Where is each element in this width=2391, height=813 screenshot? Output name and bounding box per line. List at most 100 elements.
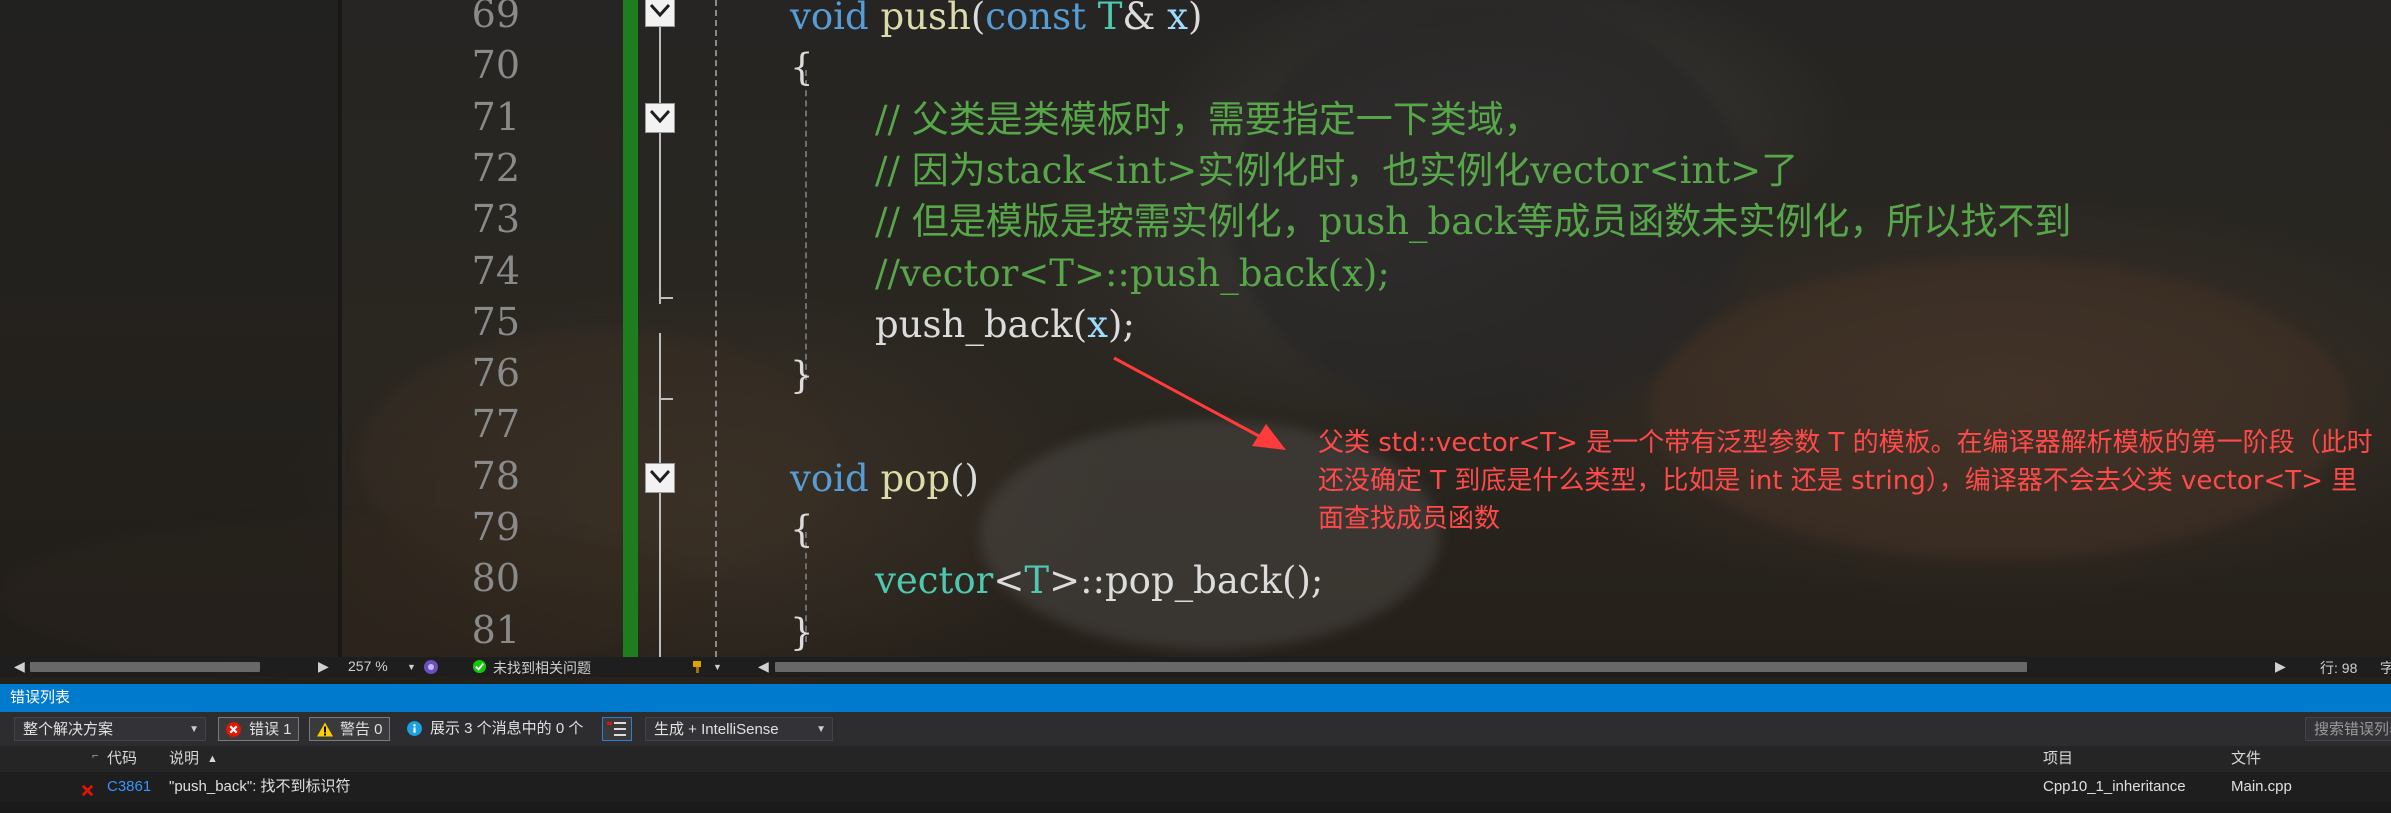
- code-token: vector: [875, 559, 994, 603]
- code-line[interactable]: // 父类是类模板时，需要指定一下类域，: [875, 101, 1541, 138]
- code-token: &: [1122, 0, 1168, 38]
- code-token: //vector<T>::push_back(x);: [875, 251, 1390, 295]
- solution-panel-edge: [0, 0, 340, 657]
- code-token: T: [1024, 559, 1050, 603]
- table-row[interactable]: C3861 "push_back": 找不到标识符 Cpp10_1_inheri…: [0, 772, 2391, 802]
- scroll-right-icon[interactable]: ▶: [2275, 658, 2286, 675]
- info-icon: [406, 720, 423, 745]
- code-token: x: [1087, 302, 1109, 346]
- code-line[interactable]: // 但是模版是按需实例化，push_back等成员函数未实例化，所以找不到: [875, 203, 2071, 240]
- column-file[interactable]: 文件: [2231, 746, 2261, 772]
- code-line[interactable]: {: [790, 511, 814, 548]
- column-description[interactable]: 说明: [169, 746, 199, 772]
- error-project: Cpp10_1_inheritance: [2043, 778, 2186, 795]
- code-line[interactable]: }: [790, 357, 814, 394]
- error-icon: [225, 721, 242, 746]
- line-number-gutter: 69 70 71 72 73 74 75 76 77 78 79 80 81: [380, 0, 520, 657]
- zoom-dropdown-icon[interactable]: ▼: [407, 662, 416, 672]
- code-token: push: [880, 0, 971, 38]
- line-number: 78: [471, 453, 520, 498]
- error-description: "push_back": 找不到标识符: [169, 778, 351, 795]
- code-line[interactable]: // 因为stack<int>实例化时，也实例化vector<int>了: [875, 152, 1798, 189]
- build-filter-label: 生成 + IntelliSense: [654, 721, 779, 738]
- code-line[interactable]: void push(const T& x): [790, 0, 1202, 35]
- code-token: >::pop_back();: [1049, 559, 1324, 603]
- line-number: 81: [471, 607, 520, 652]
- messages-toggle[interactable]: 展示 3 个消息中的 0 个: [404, 717, 583, 741]
- line-position[interactable]: 行: 98: [2320, 658, 2357, 678]
- line-number: 74: [471, 248, 520, 293]
- code-token: {: [790, 46, 814, 90]
- code-token: void: [790, 456, 881, 500]
- brush-icon[interactable]: [690, 659, 706, 678]
- code-line[interactable]: push_back(x);: [875, 306, 1135, 343]
- scroll-left-icon[interactable]: ◀: [758, 658, 769, 675]
- code-token: T: [1097, 0, 1123, 38]
- gutter-separator: [715, 0, 717, 657]
- scope-label: 整个解决方案: [23, 721, 114, 738]
- filter-column-icon[interactable]: ⌐: [92, 743, 98, 769]
- warnings-label: 警告 0: [340, 721, 383, 738]
- column-project[interactable]: 项目: [2043, 746, 2073, 772]
- filter-icon[interactable]: [602, 717, 632, 741]
- horizontal-scrollbar-thumb[interactable]: [775, 662, 2027, 672]
- code-line[interactable]: //vector<T>::push_back(x);: [875, 255, 1390, 292]
- code-line[interactable]: }: [790, 614, 814, 651]
- column-position[interactable]: 字: [2380, 658, 2391, 678]
- errors-toggle[interactable]: 错误 1: [218, 717, 299, 741]
- scroll-right-icon[interactable]: ▶: [318, 658, 329, 675]
- line-number: 70: [471, 43, 520, 88]
- code-token: // 父类是类模板时，需要指定一下类域，: [875, 97, 1541, 141]
- warning-icon: [316, 721, 334, 746]
- zoom-level[interactable]: 257 %: [348, 658, 388, 674]
- error-code-link[interactable]: C3861: [107, 772, 151, 802]
- issues-status[interactable]: 未找到相关问题: [493, 658, 591, 678]
- error-file: Main.cpp: [2231, 778, 2292, 795]
- copilot-icon[interactable]: [423, 659, 439, 678]
- line-number: 72: [471, 145, 520, 190]
- warnings-toggle[interactable]: 警告 0: [309, 717, 390, 741]
- line-number: 71: [471, 94, 520, 139]
- fold-region-line: [659, 333, 661, 657]
- indent-guide: [805, 70, 807, 380]
- messages-label: 展示 3 个消息中的 0 个: [430, 720, 584, 737]
- code-token: x: [1167, 0, 1188, 38]
- error-list-header: ⌐ 代码 说明 ▲ 项目 文件: [0, 746, 2391, 772]
- error-list-title[interactable]: 错误列表: [0, 684, 2391, 712]
- collapse-icon[interactable]: [645, 103, 675, 133]
- panel-splitter[interactable]: [338, 0, 342, 657]
- code-token: (): [950, 456, 979, 500]
- line-number: 75: [471, 299, 520, 344]
- build-filter-dropdown[interactable]: 生成 + IntelliSense ▼: [645, 717, 833, 741]
- scope-dropdown[interactable]: 整个解决方案 ▼: [14, 717, 206, 741]
- collapse-icon[interactable]: [645, 463, 675, 493]
- scroll-left-icon[interactable]: ◀: [14, 658, 25, 675]
- code-token: <: [993, 559, 1025, 603]
- fold-region-line: [659, 24, 661, 304]
- code-line[interactable]: void pop(): [790, 460, 979, 497]
- errors-label: 错误 1: [249, 721, 292, 738]
- code-token: push_back(: [875, 302, 1088, 346]
- chevron-down-icon: ▼: [189, 724, 199, 735]
- chevron-down-icon: ▼: [816, 724, 826, 735]
- error-list-toolbar: 整个解决方案 ▼ 错误 1 警告 0 展示 3 个消息中的 0 个 生成 + In…: [0, 712, 2391, 746]
- fold-region-end: [659, 297, 673, 299]
- brush-dropdown-icon[interactable]: ▼: [713, 662, 722, 672]
- code-token: pop: [880, 456, 951, 500]
- column-code[interactable]: 代码: [107, 746, 137, 772]
- horizontal-scrollbar-thumb[interactable]: [30, 662, 260, 672]
- collapse-icon[interactable]: [645, 0, 675, 27]
- code-token: // 因为stack<int>实例化时，也实例化vector<int>了: [875, 148, 1799, 192]
- code-token: }: [790, 354, 814, 398]
- code-line[interactable]: vector<T>::pop_back();: [875, 562, 1323, 599]
- line-number: 76: [471, 351, 520, 396]
- search-error-list-input[interactable]: 搜索错误列表: [2305, 717, 2391, 741]
- error-list-footer: [0, 802, 2391, 813]
- change-tracking-bar: [623, 0, 638, 657]
- line-number: 69: [471, 0, 520, 36]
- code-token: const: [985, 0, 1098, 38]
- code-line[interactable]: {: [790, 49, 814, 86]
- fold-region-end: [659, 398, 673, 400]
- code-token: ): [1187, 0, 1203, 38]
- check-circle-icon: [472, 659, 487, 677]
